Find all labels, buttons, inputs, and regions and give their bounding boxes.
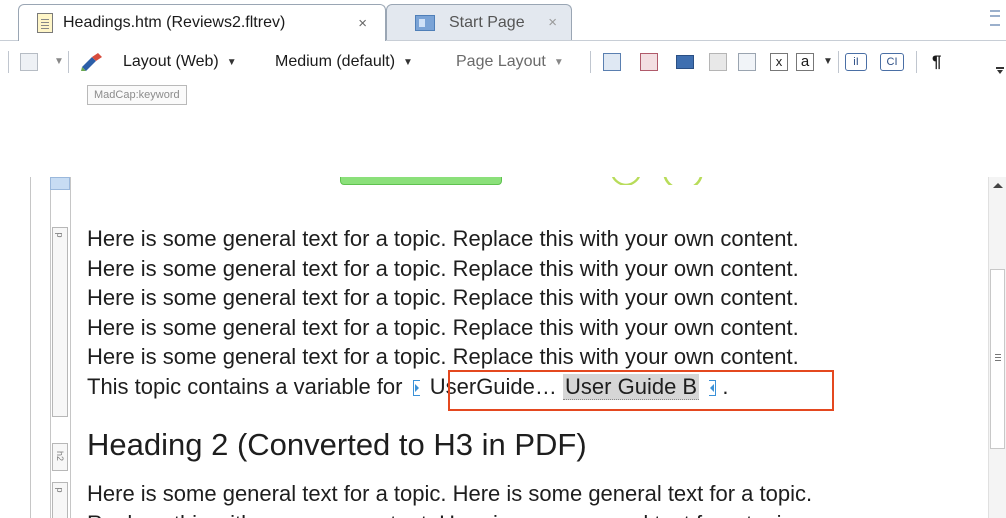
paragraph-line: Here is some general text for a topic. R… [87, 255, 799, 281]
variable-line-prefix: This topic contains a variable for [87, 373, 403, 399]
xref-icon[interactable] [738, 53, 756, 71]
scroll-up-arrow-icon[interactable] [993, 183, 1003, 188]
preview-icon[interactable] [603, 53, 621, 71]
window-icon[interactable] [676, 55, 694, 69]
gutter-line [70, 177, 71, 518]
document-icon [37, 13, 53, 33]
close-tab-icon[interactable]: × [358, 15, 367, 32]
tab-headings[interactable]: Headings.htm (Reviews2.fltrev) × [18, 4, 386, 41]
tracking-icon[interactable] [709, 53, 727, 71]
paragraph-tag-bar[interactable]: p [52, 227, 68, 417]
p-tag-label: p [55, 232, 65, 238]
toolbar-separator [68, 51, 69, 73]
paragraph-tag-bar[interactable]: p [52, 482, 68, 518]
paragraph-line: Here is some general text for a topic. R… [87, 226, 799, 251]
vertical-scrollbar[interactable] [988, 177, 1006, 518]
medium-dropdown[interactable]: Medium (default) ▼ [275, 41, 413, 83]
variable-highlight-box [448, 370, 834, 411]
structure-bar: MadCap:keyword [0, 83, 1006, 177]
insert-variable-icon[interactable]: iI [845, 53, 867, 71]
window-menu-icon[interactable] [990, 10, 1000, 26]
tab-label: Start Page [449, 13, 525, 31]
text-icon[interactable]: a [796, 53, 814, 71]
toolbar-overflow-icon[interactable] [996, 67, 1004, 74]
paragraph-line: Here is some general text for a topic. R… [87, 314, 799, 340]
paragraph: Here is some general text for a topic. H… [87, 479, 812, 518]
tab-start-page[interactable]: Start Page × [386, 4, 572, 40]
p-tag-label: p [55, 487, 65, 493]
paragraph-line: Here is some general text for a topic. R… [87, 285, 799, 310]
chevron-down-icon: ▼ [553, 56, 564, 68]
chevron-down-icon: ▼ [226, 56, 237, 68]
keyword-tag[interactable]: MadCap:keyword [87, 85, 187, 105]
h2-tag-label: h2 [55, 450, 65, 461]
gutter-line [30, 177, 31, 518]
heading-image [340, 177, 502, 185]
paragraph-line: Here is some general text for a topic. R… [87, 344, 799, 369]
paragraph-line: Here is some general text for a topic. H… [87, 481, 813, 506]
document-tab-bar: Headings.htm (Reviews2.fltrev) × Start P… [0, 0, 1006, 41]
paragraph-line: Replace this with your own content. Here… [87, 509, 812, 518]
toolbar-separator [590, 51, 591, 73]
layout-dropdown[interactable]: Layout (Web) ▼ [123, 41, 237, 83]
heading-decoration: ▪▪▪ ◠◡ ◯ [505, 177, 805, 185]
variable-start-marker[interactable] [412, 379, 420, 396]
gutter-line [50, 177, 51, 518]
layout-label: Layout (Web) [123, 53, 219, 70]
chevron-down-icon[interactable]: ▼ [54, 56, 64, 67]
close-tab-icon[interactable]: × [548, 14, 557, 31]
page-layout-dropdown[interactable]: Page Layout ▼ [456, 41, 564, 83]
insert-condition-icon[interactable]: CI [880, 53, 904, 71]
start-page-icon [415, 14, 435, 31]
chevron-down-icon[interactable]: ▼ [823, 56, 833, 67]
print-preview-icon[interactable] [640, 53, 658, 71]
page-icon[interactable] [20, 53, 38, 71]
show-formatting-button[interactable]: ¶ [932, 52, 941, 72]
medium-label: Medium (default) [275, 53, 396, 70]
xml-editor[interactable]: ▪▪▪ ◠◡ ◯ p Here is some general text for… [0, 177, 988, 518]
style-brush-icon[interactable] [80, 53, 106, 71]
heading-2: Heading 2 (Converted to H3 in PDF) [87, 427, 587, 462]
tab-label: Headings.htm (Reviews2.fltrev) [63, 14, 286, 31]
h2-tag-bar[interactable]: h2 [52, 443, 68, 471]
editor-toolbar: ▼ Layout (Web) ▼ Medium (default) ▼ Page… [0, 41, 1006, 83]
chevron-down-icon: ▼ [403, 56, 413, 68]
toolbar-separator [916, 51, 917, 73]
page-layout-label: Page Layout [456, 53, 546, 70]
scroll-thumb[interactable] [990, 269, 1005, 449]
toolbar-separator [838, 51, 839, 73]
selected-block-marker[interactable] [50, 177, 70, 190]
toolbar-separator [8, 51, 9, 73]
x-glyph-icon[interactable]: x [770, 53, 788, 71]
